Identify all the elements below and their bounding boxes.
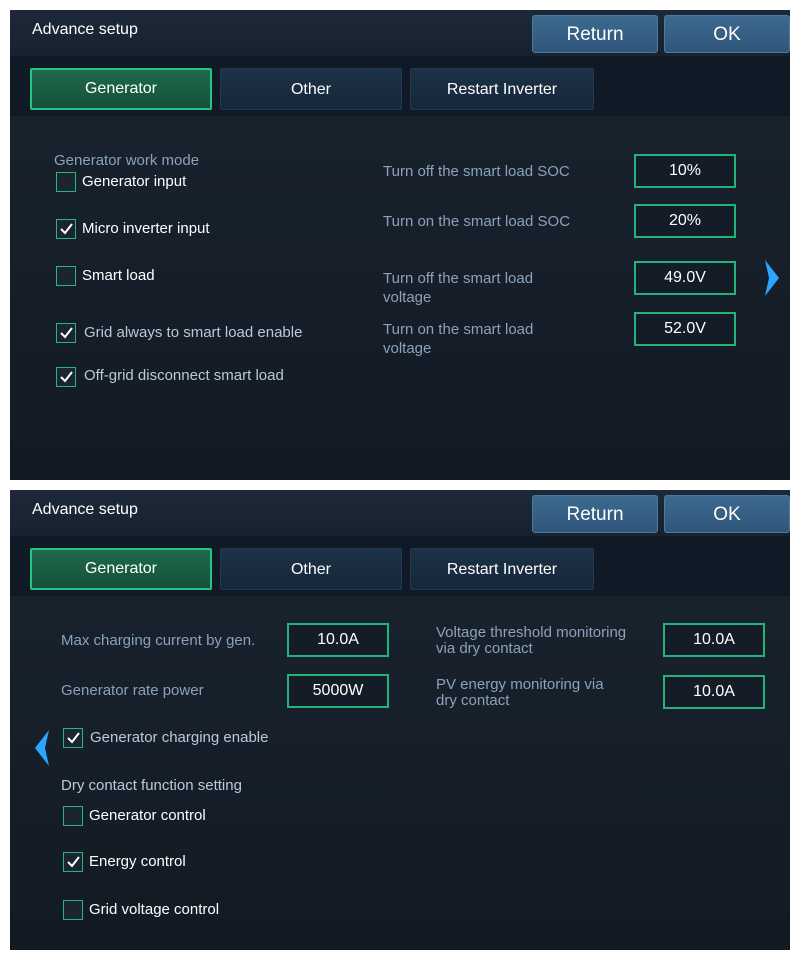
generator-rate-power-input[interactable]: 5000W	[287, 674, 389, 708]
chevron-right-icon[interactable]	[762, 258, 782, 298]
turn-on-smart-load-voltage-input[interactable]: 52.0V	[634, 312, 736, 346]
tab-restart-inverter[interactable]: Restart Inverter	[410, 68, 594, 110]
window-title: Advance setup	[32, 21, 138, 38]
generator-input-checkbox[interactable]	[56, 172, 76, 192]
micro-inverter-input-label: Micro inverter input	[82, 220, 210, 237]
max-charging-current-input[interactable]: 10.0A	[287, 623, 389, 657]
turn-off-smart-load-voltage-input[interactable]: 49.0V	[634, 261, 736, 295]
pv-energy-monitoring-label-line2: dry contact	[436, 692, 510, 709]
ok-button[interactable]: OK	[664, 15, 790, 53]
dry-contact-function-setting-label: Dry contact function setting	[61, 777, 242, 794]
tab-strip: Generator Other Restart Inverter	[10, 536, 790, 596]
grid-voltage-control-label: Grid voltage control	[89, 901, 220, 918]
grid-voltage-control-checkbox[interactable]	[63, 900, 83, 920]
checkmark-icon	[60, 371, 73, 383]
max-charging-current-label: Max charging current by gen.	[61, 632, 256, 649]
off-grid-disconnect-smart-load-label: Off-grid disconnect smart load	[84, 367, 284, 384]
chevron-left-icon[interactable]	[32, 728, 52, 768]
turn-off-smart-load-voltage-label: Turn off the smart load	[383, 270, 534, 287]
generator-control-checkbox[interactable]	[63, 806, 83, 826]
turn-on-smart-load-soc-label: Turn on the smart load SOC	[383, 213, 571, 230]
checkmark-icon	[67, 856, 80, 868]
off-grid-disconnect-smart-load-checkbox[interactable]	[56, 367, 76, 387]
micro-inverter-input-checkbox[interactable]	[56, 219, 76, 239]
generator-charging-enable-label: Generator charging enable	[90, 729, 269, 746]
energy-control-checkbox[interactable]	[63, 852, 83, 872]
voltage-threshold-monitoring-input[interactable]: 10.0A	[663, 623, 765, 657]
advance-setup-screen-2: Advance setup Return OK Generator Other …	[10, 490, 790, 950]
generator-settings-page-1: Generator work mode Generator input Micr…	[10, 116, 790, 480]
window-title: Advance setup	[32, 501, 138, 518]
checkmark-icon	[60, 327, 73, 339]
turn-off-smart-load-voltage-label-line2: voltage	[383, 289, 432, 306]
ok-button[interactable]: OK	[664, 495, 790, 533]
turn-on-smart-load-soc-input[interactable]: 20%	[634, 204, 736, 238]
voltage-threshold-monitoring-label-line2: via dry contact	[436, 640, 533, 657]
tab-restart-inverter[interactable]: Restart Inverter	[410, 548, 594, 590]
checkmark-icon	[67, 732, 80, 744]
generator-input-label: Generator input	[82, 173, 187, 190]
grid-always-to-smart-load-checkbox[interactable]	[56, 323, 76, 343]
turn-off-smart-load-soc-input[interactable]: 10%	[634, 154, 736, 188]
smart-load-checkbox[interactable]	[56, 266, 76, 286]
tab-other[interactable]: Other	[220, 68, 402, 110]
tab-other[interactable]: Other	[220, 548, 402, 590]
tab-generator[interactable]: Generator	[30, 68, 212, 110]
generator-settings-page-2: Max charging current by gen. 10.0A Gener…	[10, 596, 790, 950]
return-button[interactable]: Return	[532, 495, 658, 533]
turn-off-smart-load-soc-label: Turn off the smart load SOC	[383, 163, 570, 180]
checkmark-icon	[60, 223, 73, 235]
turn-on-smart-load-voltage-label-line2: voltage	[383, 340, 432, 357]
generator-rate-power-label: Generator rate power	[61, 682, 204, 699]
energy-control-label: Energy control	[89, 853, 186, 870]
advance-setup-screen-1: Advance setup Return OK Generator Other …	[10, 10, 790, 480]
smart-load-label: Smart load	[82, 267, 155, 284]
title-bar: Advance setup Return OK	[10, 10, 790, 56]
grid-always-to-smart-load-label: Grid always to smart load enable	[84, 324, 303, 341]
generator-work-mode-label: Generator work mode	[54, 152, 200, 169]
pv-energy-monitoring-input[interactable]: 10.0A	[663, 675, 765, 709]
title-bar: Advance setup Return OK	[10, 490, 790, 536]
tab-generator[interactable]: Generator	[30, 548, 212, 590]
turn-on-smart-load-voltage-label: Turn on the smart load	[383, 321, 534, 338]
generator-control-label: Generator control	[89, 807, 206, 824]
generator-charging-enable-checkbox[interactable]	[63, 728, 83, 748]
tab-strip: Generator Other Restart Inverter	[10, 56, 790, 116]
return-button[interactable]: Return	[532, 15, 658, 53]
